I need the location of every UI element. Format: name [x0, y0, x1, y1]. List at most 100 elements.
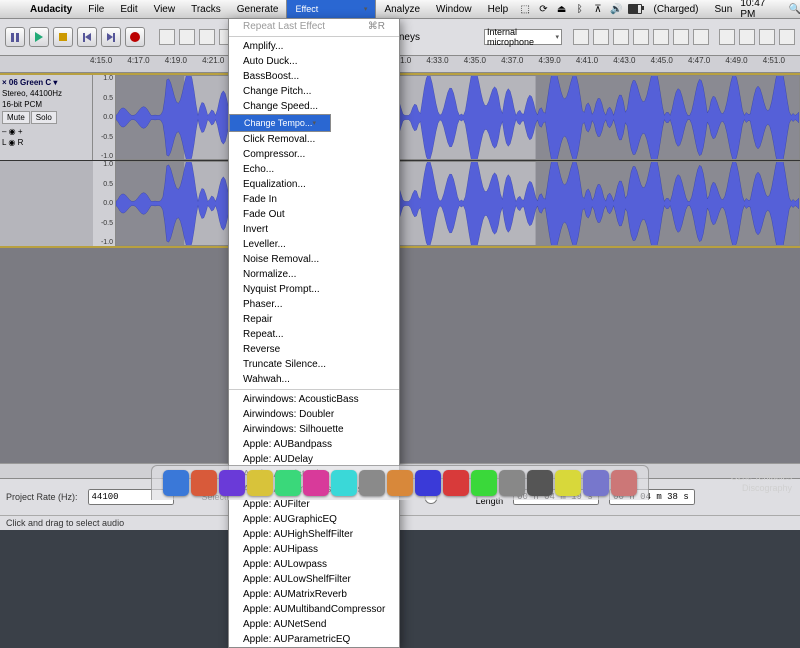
dock-app-icon[interactable] [275, 470, 301, 496]
menu-file[interactable]: File [80, 2, 112, 17]
zoom-in[interactable] [719, 29, 735, 45]
menu-help[interactable]: Help [480, 2, 517, 17]
edit-copy[interactable] [593, 29, 609, 45]
menu-item[interactable]: Apple: AULowShelfFilter [229, 572, 399, 587]
menu-item[interactable]: Repair [229, 312, 399, 327]
dock-app-icon[interactable] [219, 470, 245, 496]
menu-item[interactable]: Compressor... [229, 147, 399, 162]
dock-app-icon[interactable] [443, 470, 469, 496]
audio-track[interactable]: 1.00.50.0-0.5-1.0 [0, 161, 800, 248]
dock-app-icon[interactable] [499, 470, 525, 496]
zoom-fit-sel[interactable] [759, 29, 775, 45]
wifi-icon[interactable]: ⊼ [592, 2, 604, 16]
skip-start-button[interactable] [77, 27, 97, 47]
track-header[interactable]: × 06 Green C ▾ Stereo, 44100Hz 16-bit PC… [0, 75, 93, 160]
edit-cut[interactable] [573, 29, 589, 45]
menu-item[interactable]: Leveller... [229, 237, 399, 252]
dropbox-icon[interactable]: ⬚ [519, 2, 531, 16]
menu-item[interactable]: Noise Removal... [229, 252, 399, 267]
menu-item[interactable]: Apple: AUParametricEQ [229, 632, 399, 647]
zoom-fit-project[interactable] [779, 29, 795, 45]
menu-item[interactable]: Echo... [229, 162, 399, 177]
menu-item[interactable]: Truncate Silence... [229, 357, 399, 372]
menu-item[interactable]: Airwindows: Doubler [229, 407, 399, 422]
dock-app-icon[interactable] [163, 470, 189, 496]
menu-item[interactable]: Airwindows: Silhouette [229, 422, 399, 437]
stop-button[interactable] [53, 27, 73, 47]
record-button[interactable] [125, 27, 145, 47]
dock-app-icon[interactable] [331, 470, 357, 496]
tool-draw[interactable] [199, 29, 215, 45]
menu-item[interactable]: Nyquist Prompt... [229, 282, 399, 297]
edit-trim[interactable] [633, 29, 649, 45]
menu-item[interactable]: Phaser... [229, 297, 399, 312]
clock-time[interactable]: 10:47 PM [732, 0, 785, 22]
battery-icon[interactable] [628, 2, 642, 16]
menu-item[interactable]: Change Speed... [229, 99, 399, 114]
dock-app-icon[interactable] [303, 470, 329, 496]
waveform-left[interactable] [115, 75, 800, 160]
apple-menu[interactable] [6, 7, 22, 11]
menu-item[interactable]: Repeat... [229, 327, 399, 342]
menu-item[interactable]: Wahwah... [229, 372, 399, 387]
menu-analyze[interactable]: Analyze [376, 2, 428, 17]
tool-envelope[interactable] [179, 29, 195, 45]
menu-item[interactable]: Airwindows: AcousticBass [229, 392, 399, 407]
menu-item[interactable]: Apple: AUMultibandCompressor [229, 602, 399, 617]
dock-app-icon[interactable] [359, 470, 385, 496]
menu-generate[interactable]: Generate [229, 2, 287, 17]
menu-edit[interactable]: Edit [112, 2, 145, 17]
mute-button[interactable]: Mute [2, 111, 30, 124]
menu-item[interactable]: Change Pitch... [229, 84, 399, 99]
menu-item[interactable]: Invert [229, 222, 399, 237]
dock-app-icon[interactable] [191, 470, 217, 496]
track-name[interactable]: × 06 Green C ▾ [2, 77, 90, 88]
menu-item[interactable]: Equalization... [229, 177, 399, 192]
menu-effect[interactable]: Effect [286, 0, 376, 19]
menu-item[interactable]: Fade In [229, 192, 399, 207]
tool-select[interactable] [159, 29, 175, 45]
audio-track[interactable]: × 06 Green C ▾ Stereo, 44100Hz 16-bit PC… [0, 73, 800, 161]
menu-item[interactable]: Normalize... [229, 267, 399, 282]
play-button[interactable] [29, 27, 49, 47]
dock-app-icon[interactable] [555, 470, 581, 496]
dock-app-icon[interactable] [527, 470, 553, 496]
menu-window[interactable]: Window [428, 2, 480, 17]
zoom-out[interactable] [739, 29, 755, 45]
time-ruler[interactable]: 4:15.04:17.04:19.04:21.04:23.04:25.04:27… [0, 56, 800, 73]
dock-app-icon[interactable] [471, 470, 497, 496]
menu-item[interactable]: BassBoost... [229, 69, 399, 84]
menu-item[interactable]: Reverse [229, 342, 399, 357]
menu-item[interactable]: Amplify... [229, 39, 399, 54]
spotlight-icon[interactable]: 🔍 [789, 2, 800, 16]
sync-icon[interactable]: ⟳ [537, 2, 549, 16]
menu-item[interactable]: Apple: AUNetSend [229, 617, 399, 632]
skip-end-button[interactable] [101, 27, 121, 47]
solo-button[interactable]: Solo [31, 111, 57, 124]
menu-tracks[interactable]: Tracks [183, 2, 229, 17]
eject-icon[interactable]: ⏏ [556, 2, 568, 16]
dock-app-icon[interactable] [247, 470, 273, 496]
menu-item[interactable]: Apple: AUHighShelfFilter [229, 527, 399, 542]
waveform-right[interactable] [115, 161, 800, 246]
menu-item[interactable]: Apple: AUHipass [229, 542, 399, 557]
edit-silence[interactable] [653, 29, 669, 45]
menu-view[interactable]: View [146, 2, 184, 17]
input-device-select[interactable]: Internal microphone [484, 29, 562, 45]
dock-app-icon[interactable] [611, 470, 637, 496]
menu-item[interactable]: Apple: AULowpass [229, 557, 399, 572]
app-menu[interactable]: Audacity [22, 2, 80, 17]
menu-item[interactable]: Click Removal... [229, 132, 399, 147]
pause-button[interactable] [5, 27, 25, 47]
edit-paste[interactable] [613, 29, 629, 45]
dock-app-icon[interactable] [583, 470, 609, 496]
edit-undo[interactable] [673, 29, 689, 45]
menu-item[interactable]: Apple: AUMatrixReverb [229, 587, 399, 602]
menu-item[interactable]: Apple: AUBandpass [229, 437, 399, 452]
menu-item[interactable]: Auto Duck... [229, 54, 399, 69]
macos-dock[interactable] [151, 465, 649, 500]
volume-icon[interactable]: 🔊 [610, 2, 622, 16]
menu-item[interactable]: Fade Out [229, 207, 399, 222]
dock-app-icon[interactable] [387, 470, 413, 496]
dock-app-icon[interactable] [415, 470, 441, 496]
